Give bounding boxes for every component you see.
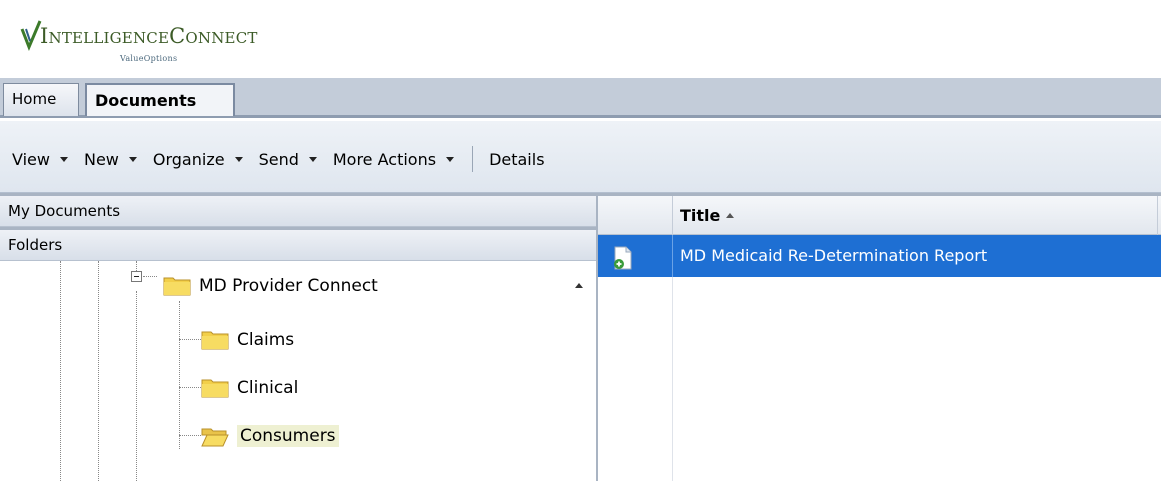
folder-tree: MD Provider Connect Claims Clinical Cons… <box>0 261 565 481</box>
sort-ascending-icon <box>726 213 735 218</box>
toolbar-separator <box>472 146 474 172</box>
send-menu-button[interactable]: Send <box>251 147 325 171</box>
tree-node-clinical[interactable]: Clinical <box>201 377 298 398</box>
tree-guide-line <box>179 387 201 388</box>
caret-down-icon <box>446 156 455 162</box>
table-row[interactable]: MD Medicaid Re-Determination Report <box>609 235 1161 277</box>
column-divider <box>1157 196 1158 235</box>
scroll-up-arrow-icon[interactable] <box>575 283 583 288</box>
tree-node-label: Claims <box>237 329 295 350</box>
folder-icon <box>201 331 229 350</box>
tab-home[interactable]: Home <box>3 83 79 116</box>
folder-open-icon <box>201 428 229 446</box>
tree-node-label: Clinical <box>237 377 299 398</box>
brand-name: INTELLIGENCECONNECT <box>40 24 258 48</box>
tree-node-consumers[interactable]: Consumers <box>201 425 339 447</box>
tree-node-label: Consumers <box>237 425 339 447</box>
organize-menu-button[interactable]: Organize <box>145 147 251 171</box>
new-label: New <box>83 149 119 169</box>
tree-guide-line <box>136 291 137 481</box>
intelligenceconnect-logo: INTELLIGENCECONNECT ValueOptions <box>8 15 308 67</box>
tree-guide-line <box>179 301 180 449</box>
column-divider <box>672 277 673 481</box>
my-documents-header[interactable]: My Documents <box>0 193 596 227</box>
details-button[interactable]: Details <box>485 147 552 171</box>
row-title: MD Medicaid Re-Determination Report <box>680 246 988 265</box>
send-label: Send <box>258 149 299 169</box>
tree-guide-line <box>60 261 61 481</box>
document-add-icon <box>614 246 632 270</box>
row-icon-cell <box>609 235 673 277</box>
row-selection-edge <box>598 235 609 277</box>
view-label: View <box>12 149 50 169</box>
caret-down-icon <box>128 156 137 162</box>
tree-guide-line <box>179 339 201 340</box>
caret-down-icon <box>308 156 317 162</box>
tree-node-md-provider-connect[interactable]: MD Provider Connect <box>163 275 378 296</box>
tree-guide-line <box>143 276 157 277</box>
view-menu-button[interactable]: View <box>0 147 76 171</box>
more-actions-menu-button[interactable]: More Actions <box>325 147 462 171</box>
tree-guide-line <box>179 435 201 436</box>
folder-icon <box>163 277 191 296</box>
tree-node-label: MD Provider Connect <box>199 275 378 296</box>
brand-subtitle: ValueOptions <box>120 54 178 63</box>
icon-column-header[interactable] <box>598 196 673 235</box>
documents-grid: Title MD Medicaid Re-Determination Repor… <box>598 193 1161 481</box>
checkmark-logo-icon <box>20 20 42 51</box>
grid-header: Title <box>598 193 1161 235</box>
tree-guide-line <box>98 261 99 481</box>
tab-documents[interactable]: Documents <box>85 83 235 116</box>
toolbar: View New Organize Send More Actions Deta… <box>0 121 1161 193</box>
title-column-header[interactable]: Title <box>680 196 735 235</box>
folder-icon <box>201 379 229 398</box>
more-actions-label: More Actions <box>332 149 437 169</box>
folders-header[interactable]: Folders <box>0 227 596 261</box>
tree-scrollbar[interactable] <box>567 265 593 481</box>
collapse-toggle-icon[interactable] <box>131 271 142 282</box>
new-menu-button[interactable]: New <box>76 147 145 171</box>
navigation-panel: My Documents Folders MD Provider Connect <box>0 193 598 481</box>
caret-down-icon <box>59 156 68 162</box>
organize-label: Organize <box>152 149 225 169</box>
title-column-label: Title <box>680 206 721 225</box>
caret-down-icon <box>234 156 243 162</box>
tree-guide-line <box>136 261 137 271</box>
tree-node-claims[interactable]: Claims <box>201 329 294 350</box>
tab-bar: Home Documents <box>0 78 1161 118</box>
app-header: INTELLIGENCECONNECT ValueOptions <box>0 0 1161 78</box>
